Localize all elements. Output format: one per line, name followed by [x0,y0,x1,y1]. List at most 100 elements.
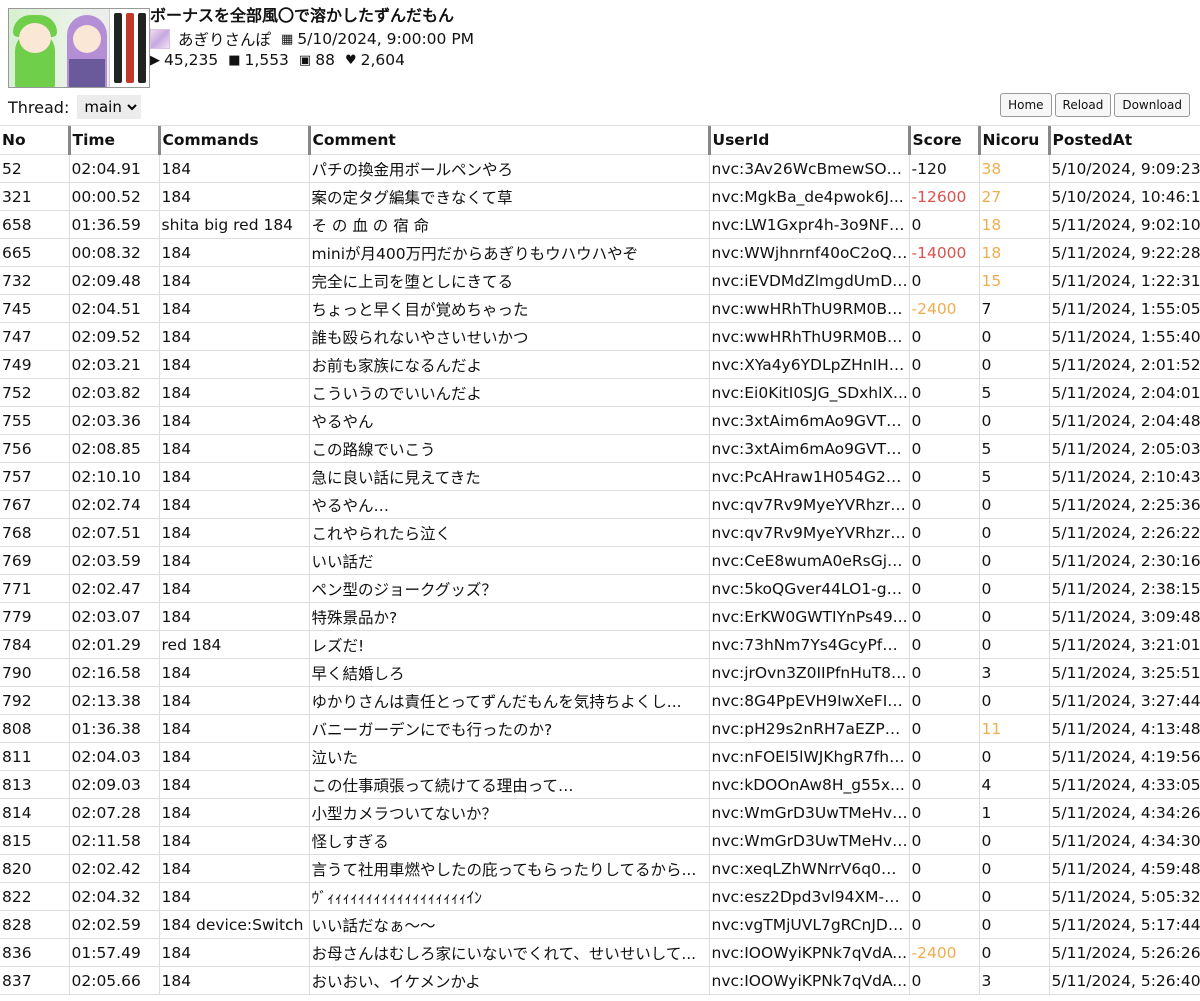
cell-time: 02:04.03 [68,742,159,771]
table-row[interactable]: 813 02:09.03 184 この仕事頑張って続けてる理由って… nvc:kDOOn… [0,770,1200,799]
cell-nicoru: 0 [978,630,1049,659]
cell-score: 0 [908,210,979,239]
thumbnail-character-zundamon-face [19,23,51,53]
home-button[interactable]: Home [1000,93,1052,117]
cell-score: 0 [908,658,979,687]
table-row[interactable]: 792 02:13.38 184 ゆかりさんは責任とってずんだもんを気持ちよくし...… [0,686,1200,715]
comments-table-container[interactable]: No Time Commands Comment UserId Score Nicoru Po… [0,125,1200,1001]
column-header-time[interactable]: Time [67,126,159,155]
table-row[interactable]: 779 02:03.07 184 特殊景品か? nvc:ErKW0GWTIYnPs49.… [0,602,1200,631]
table-row[interactable]: 52 02:04.91 184 パチの換金用ボールペンやろ nvc:3Av26WcBme… [0,154,1200,183]
table-row[interactable]: 811 02:04.03 184 泣いた nvc:nFOEl5lWJKhgR7fhx..… [0,742,1200,771]
cell-score: 0 [908,322,979,351]
cell-no: 811 [0,742,69,771]
column-header-commands[interactable]: Commands [157,126,309,155]
table-row[interactable]: 768 02:07.51 184 これやられたら泣く nvc:qv7Rv9MyeYVRh… [0,518,1200,547]
cell-nicoru: 38 [978,154,1049,183]
table-row[interactable]: 828 02:02.59 184 device:Switch いい話だなぁ〜〜 nvc:… [0,910,1200,939]
cell-comment: 小型カメラついてないか？ [308,798,709,827]
table-row[interactable]: 836 01:57.49 184 お母さんはむしろ家にいないでくれて、せいせいして..… [0,938,1200,967]
cell-userid: nvc:WmGrD3UwTMeHvb... [708,826,909,855]
cell-comment: いい話だ [308,546,709,575]
cell-commands: 184 device:Switch [158,910,309,939]
cell-score: 0 [908,714,979,743]
cell-postedat: 5/11/2024, 3:27:44 PM [1048,686,1200,715]
table-row[interactable]: 815 02:11.58 184 怪しすぎる nvc:WmGrD3UwTMeHvb...… [0,826,1200,855]
cell-nicoru: 0 [978,854,1049,883]
cell-no: 756 [0,434,69,463]
cell-nicoru: 0 [978,322,1049,351]
cell-comment: バニーガーデンにでも行ったのか? [308,714,709,743]
cell-userid: nvc:esz2Dpd3vl94XM-Rh... [708,882,909,911]
column-header-userid[interactable]: UserId [707,126,909,155]
cell-comment: この路線でいこう [308,434,709,463]
reload-button[interactable]: Reload [1054,93,1112,117]
cell-userid: nvc:MgkBa_de4pwok6J... [708,182,909,211]
table-row[interactable]: 837 02:05.66 184 おいおい、イケメンかよ nvc:IOOWyiKPNk7… [0,966,1200,995]
table-row[interactable]: 321 00:00.52 184 案の定タグ編集できなくて草 nvc:MgkBa_de4… [0,182,1200,211]
table-row[interactable]: 767 02:02.74 184 やるやん… nvc:qv7Rv9MyeYVRhzrtu… [0,490,1200,519]
cell-nicoru: 0 [978,686,1049,715]
video-title[interactable]: ボーナスを全部風〇で溶かしたずんだもん [150,2,454,26]
thumbnail-character-yukari-face [73,25,101,53]
cell-score: 0 [908,966,979,995]
cell-userid: nvc:nFOEl5lWJKhgR7fhx... [708,742,909,771]
uploader-name[interactable]: あぎりさんぽ [178,28,271,50]
cell-postedat: 5/11/2024, 1:55:05 PM [1048,294,1200,323]
cell-nicoru: 0 [978,742,1049,771]
cell-commands: 184 [158,238,309,267]
cell-userid: nvc:qv7Rv9MyeYVRhzrtu... [708,490,909,519]
cell-commands: 184 [158,742,309,771]
cell-nicoru: 0 [978,882,1049,911]
cell-score: 0 [908,378,979,407]
cell-nicoru: 15 [978,266,1049,295]
table-row[interactable]: 820 02:02.42 184 言うて社用車燃やしたの庇ってもらったりしてるから..… [0,854,1200,883]
cell-userid: nvc:IOOWyiKPNk7qVdA... [708,966,909,995]
cell-no: 749 [0,350,69,379]
download-button[interactable]: Download [1114,93,1190,117]
cell-postedat: 5/11/2024, 5:05:32 PM [1048,882,1200,911]
table-row[interactable]: 771 02:02.47 184 ペン型のジョークグッズ？ nvc:5koQGver44… [0,574,1200,603]
cell-time: 02:03.36 [68,406,159,435]
table-row[interactable]: 749 02:03.21 184 お前も家族になるんだよ nvc:XYa4y6YDLpZ… [0,350,1200,379]
table-row[interactable]: 822 02:04.32 184 ｳﾞｨｨｨｨｨｨｨｨｨｨｨｨｨｨｨｨｨｨｲﾝ nvc:… [0,882,1200,911]
cell-no: 771 [0,574,69,603]
cell-nicoru: 11 [978,714,1049,743]
table-row[interactable]: 814 02:07.28 184 小型カメラついてないか？ nvc:WmGrD3UwTM… [0,798,1200,827]
cell-nicoru: 5 [978,462,1049,491]
cell-postedat: 5/11/2024, 4:13:48 PM [1048,714,1200,743]
column-header-nicoru[interactable]: Nicoru [977,126,1049,155]
thread-select[interactable]: main [77,95,142,119]
column-header-score[interactable]: Score [907,126,979,155]
table-row[interactable]: 790 02:16.58 184 早く結婚しろ nvc:jrOvn3Z0IIPfnHuT… [0,658,1200,687]
cell-time: 02:04.32 [68,882,159,911]
column-header-no[interactable]: No [0,126,69,155]
table-row[interactable]: 732 02:09.48 184 完全に上司を堕としにきてる nvc:iEVDMdZlm… [0,266,1200,295]
table-row[interactable]: 658 01:36.59 shita big red 184 そ の 血 の 宿 命n… [0,210,1200,239]
cell-comment: パチの換金用ボールペンやろ [308,154,709,183]
cell-no: 828 [0,910,69,939]
uploader-avatar[interactable] [150,29,170,49]
cell-score: 0 [908,630,979,659]
video-thumbnail[interactable] [8,8,150,88]
column-header-postedat[interactable]: PostedAt [1047,126,1200,155]
table-row[interactable]: 784 02:01.29 red 184 レズだ! nvc:73hNm7Ys4GcyPf… [0,630,1200,659]
table-row[interactable]: 747 02:09.52 184 誰も殴られないやさいせいかつ nvc:wwHRhThU… [0,322,1200,351]
like-count: 2,604 [360,51,405,69]
table-row[interactable]: 756 02:08.85 184 この路線でいこう nvc:3xtAim6mAo9GVT… [0,434,1200,463]
video-meta-uploader: あぎりさんぽ ▦ 5/10/2024, 9:00:00 PM [150,28,474,50]
cell-comment: 泣いた [308,742,709,771]
column-header-comment[interactable]: Comment [307,126,709,155]
cell-postedat: 5/11/2024, 9:02:10 AM [1048,210,1200,239]
table-row[interactable]: 665 00:08.32 184 miniが月400万円だからあぎりもウハウハやぞ nv… [0,238,1200,267]
cell-postedat: 5/11/2024, 3:25:51 PM [1048,658,1200,687]
table-row[interactable]: 755 02:03.36 184 やるやん nvc:3xtAim6mAo9GVTm...… [0,406,1200,435]
cell-time: 02:11.58 [68,826,159,855]
table-row[interactable]: 752 02:03.82 184 こういうのでいいんだよ nvc:Ei0KitI0SJG… [0,378,1200,407]
table-row[interactable]: 808 01:36.38 184 バニーガーデンにでも行ったのか? nvc:pH29s2… [0,714,1200,743]
cell-time: 02:09.52 [68,322,159,351]
folder-icon: ▣ [298,52,312,68]
table-row[interactable]: 757 02:10.10 184 急に良い話に見えてきた nvc:PcAHraw1H05… [0,462,1200,491]
table-row[interactable]: 769 02:03.59 184 いい話だ nvc:CeE8wumA0eRsGj2...… [0,546,1200,575]
table-row[interactable]: 745 02:04.51 184 ちょっと早く目が覚めちゃった nvc:wwHRhThU… [0,294,1200,323]
